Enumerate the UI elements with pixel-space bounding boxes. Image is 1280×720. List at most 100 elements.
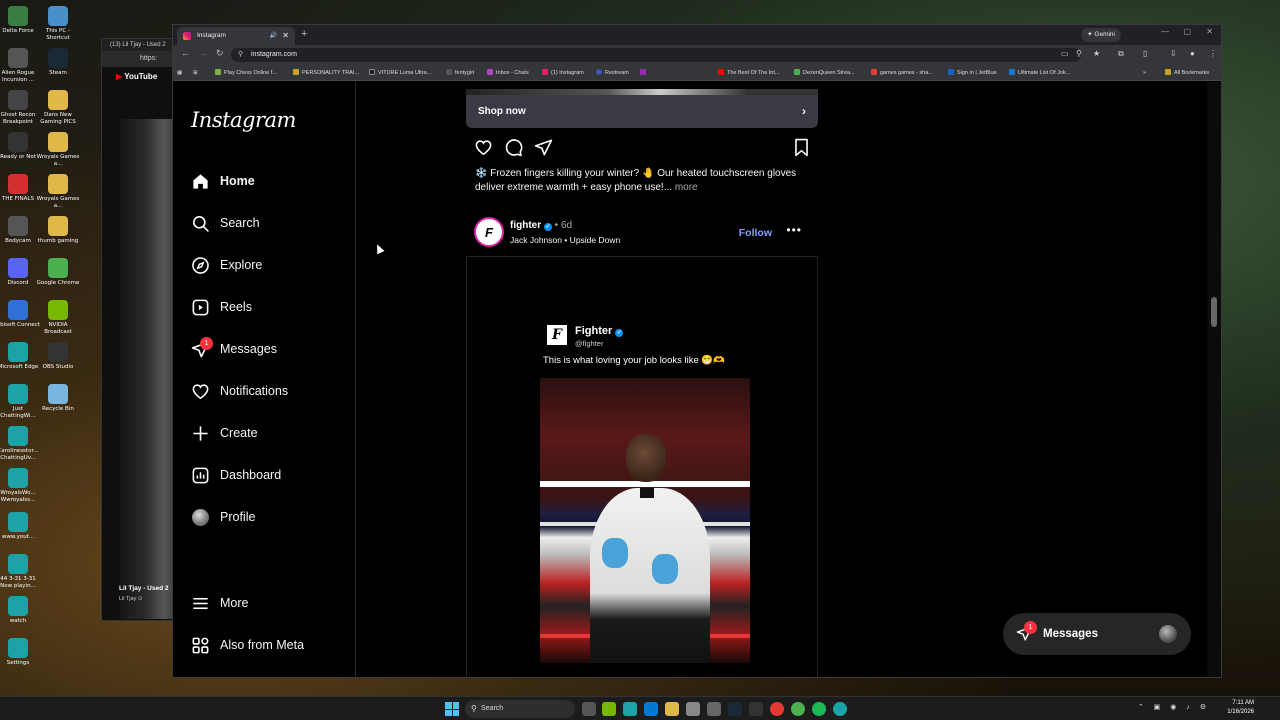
more-link[interactable]: more (675, 182, 698, 193)
like-icon[interactable] (474, 138, 493, 162)
nav-home[interactable]: Home (190, 168, 255, 194)
desktop-icon[interactable]: Discord (0, 258, 40, 287)
bookmark-item[interactable]: Sign in | JetBlue (948, 65, 997, 81)
bookmark-item[interactable]: Restream (596, 65, 629, 81)
chrome-icon[interactable] (791, 702, 805, 716)
zoom-icon[interactable]: ⚲ (1076, 49, 1082, 58)
desktop-icon[interactable]: Microsoft Edge (0, 342, 40, 371)
desktop-icon[interactable]: Dans New Gaming PICS (36, 90, 80, 126)
close-window-icon[interactable]: ✕ (1206, 27, 1213, 36)
nav-dashboard[interactable]: Dashboard (190, 462, 281, 488)
background-address-bar[interactable]: https: (102, 51, 180, 67)
desktop-icon[interactable]: Just ChattingWi... (0, 384, 40, 420)
speaker-icon[interactable]: 🔊 (270, 27, 277, 45)
gemini-button[interactable]: ✦ Gemini (1081, 28, 1121, 42)
desktop-icon[interactable]: OBS Studio (36, 342, 80, 371)
post-username-line[interactable]: fighter ✓ • 6d (510, 220, 572, 231)
back-icon[interactable]: ← (181, 48, 190, 58)
desktop-icon[interactable]: 44 3-31 3-31 Now playin... (0, 554, 40, 590)
nav-also-from-meta[interactable]: Also from Meta (190, 632, 304, 658)
messages-pill[interactable]: 1 Messages (1003, 613, 1191, 655)
page-scrollbar[interactable] (1207, 82, 1221, 677)
nav-explore[interactable]: Explore (190, 252, 262, 278)
bookmark-item[interactable]: PERSONALITY TRAI... (293, 65, 359, 81)
desktop-icon[interactable]: Carolinesstor... ChattingUv... (0, 426, 40, 462)
close-tab-icon[interactable]: ✕ (282, 27, 289, 45)
start-button[interactable] (445, 702, 459, 716)
post-video[interactable] (540, 378, 750, 663)
downloads-icon[interactable]: ⇩ (1170, 49, 1177, 58)
apps-grid-icon[interactable]: ⊞ (193, 65, 198, 81)
more-options-icon[interactable]: ••• (786, 223, 802, 237)
follow-button[interactable]: Follow (739, 227, 772, 239)
bookmark-item[interactable]: Play Chess Online f... (215, 65, 277, 81)
desktop-icon[interactable]: Ubisoft Connect (0, 300, 40, 329)
desktop-icon[interactable]: watch (0, 596, 40, 625)
bookmark-item[interactable]: The Best Of The Int... (718, 65, 779, 81)
save-bookmark-icon[interactable] (793, 138, 810, 162)
edge-icon[interactable] (833, 702, 847, 716)
store-icon[interactable] (686, 702, 700, 716)
bookmark-item[interactable]: (1) Instagram (542, 65, 584, 81)
background-browser-window[interactable]: (13) Lil Tjay - Used 2 https: ▶ YouTube … (101, 38, 182, 621)
site-info-icon[interactable]: ⚲ (238, 48, 243, 62)
post-audio[interactable]: Jack Johnson • Upside Down (510, 235, 620, 245)
nav-notifications[interactable]: Notifications (190, 378, 288, 404)
nav-profile[interactable]: Profile (190, 504, 255, 530)
desktop-icon[interactable]: Wroyals Games a... (36, 174, 80, 210)
cast-icon[interactable]: ▭ (1061, 49, 1069, 58)
desktop-icon[interactable]: This PC - Shortcut (36, 6, 80, 42)
task-view-icon[interactable] (582, 702, 596, 716)
file-explorer-icon[interactable] (665, 702, 679, 716)
profile-icon[interactable]: ● (1190, 49, 1195, 58)
taskbar-search[interactable]: ⚲ Search (465, 700, 575, 718)
sidepanel-icon[interactable]: ▯ (1143, 49, 1147, 58)
comment-icon[interactable] (504, 138, 523, 162)
bookmark-item[interactable]: Ultimate List Of Jok... (1009, 65, 1070, 81)
desktop-icon[interactable]: NVIDIA Broadcast (36, 300, 80, 336)
forward-icon[interactable]: → (199, 48, 208, 58)
bookmark-item[interactable]: VITURE Luma Ultra... (369, 65, 431, 81)
taskbar-clock[interactable]: 7:11 AM 1/16/2026 (1227, 699, 1254, 717)
mail-icon[interactable] (644, 702, 658, 716)
desktop-icon[interactable]: THE FINALS (0, 174, 40, 203)
all-bookmarks[interactable]: All Bookmarks (1165, 65, 1209, 81)
desktop-icon[interactable]: Alien Rogue Incursion ... (0, 48, 40, 84)
desktop-icon[interactable]: Delta Force (0, 6, 40, 35)
app-icon[interactable] (770, 702, 784, 716)
settings-icon[interactable] (707, 702, 721, 716)
desktop-icon[interactable]: Ready or Not (0, 132, 40, 161)
nav-create[interactable]: Create (190, 420, 258, 446)
post-avatar[interactable]: F (474, 217, 504, 247)
edge-icon[interactable] (623, 702, 637, 716)
desktop-icon[interactable]: Steam (36, 48, 80, 77)
desktop-icon[interactable]: Ghost Recon Breakpoint (0, 90, 40, 126)
apps-icon[interactable]: ▦ (177, 65, 182, 81)
desktop-icon[interactable]: Bodycam (0, 216, 40, 245)
nvidia-icon[interactable] (602, 702, 616, 716)
desktop-icon[interactable]: thumb gaming (36, 216, 80, 245)
bookmark-item[interactable] (640, 65, 649, 81)
share-icon[interactable] (534, 138, 553, 162)
background-tab-title[interactable]: (13) Lil Tjay - Used 2 (102, 39, 180, 51)
desktop-icon[interactable]: Settings (0, 638, 40, 667)
menu-icon[interactable]: ⋮ (1209, 49, 1217, 58)
desktop-icon[interactable]: Wroyals Games a... (36, 132, 80, 168)
nav-messages[interactable]: 1 Messages (190, 336, 277, 362)
scrollbar-thumb[interactable] (1211, 297, 1217, 327)
maximize-icon[interactable]: ▢ (1183, 27, 1191, 36)
instagram-logo[interactable]: Instagram (191, 108, 296, 132)
steam-icon[interactable] (728, 702, 742, 716)
nav-search[interactable]: Search (190, 210, 260, 236)
extensions-icon[interactable]: ⧉ (1118, 49, 1124, 59)
desktop-icon[interactable]: WroyalsWo... Wwroyalss... (0, 468, 40, 504)
shop-now-button[interactable]: Shop now › (466, 89, 818, 128)
bookmarks-overflow-icon[interactable]: » (1143, 65, 1146, 81)
bookmark-item[interactable]: DezenQueen Strea... (794, 65, 855, 81)
new-tab-button[interactable]: + (301, 28, 307, 40)
reload-icon[interactable]: ↻ (216, 48, 224, 59)
desktop-icon[interactable]: www.yout... (0, 512, 40, 541)
post-media[interactable]: F Fighter ✓ @fighter This is what loving… (466, 256, 818, 677)
bookmark-star-icon[interactable]: ★ (1093, 49, 1100, 58)
bookmark-item[interactable]: Inbox - Chats (487, 65, 529, 81)
